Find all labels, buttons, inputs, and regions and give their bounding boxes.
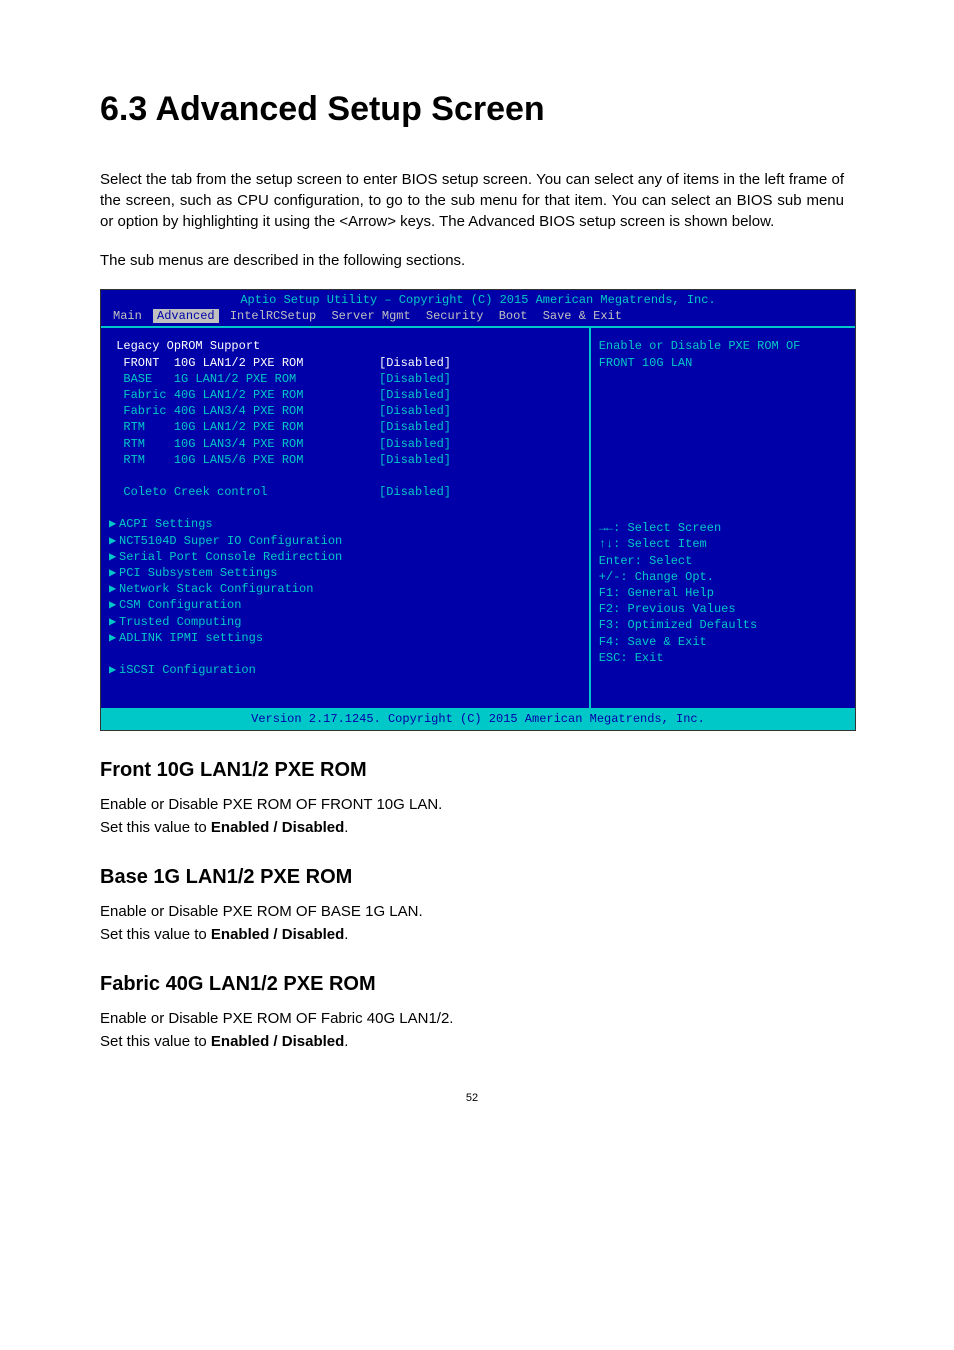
sub-network-stack[interactable]: ▶ Network Stack Configuration bbox=[109, 581, 581, 597]
page-number: 52 bbox=[100, 1092, 844, 1104]
section-title-fabric-40g: Fabric 40G LAN1/2 PXE ROM bbox=[100, 973, 844, 996]
section-fabric-40g-line1: Enable or Disable PXE ROM OF Fabric 40G … bbox=[100, 1008, 844, 1029]
section-fabric-40g-line2: Set this value to Enabled / Disabled. bbox=[100, 1031, 844, 1052]
section-front-10g-line2: Set this value to Enabled / Disabled. bbox=[100, 817, 844, 838]
coleto-creek[interactable]: Coleto Creek control[Disabled] bbox=[109, 484, 581, 500]
menu-advanced[interactable]: Advanced bbox=[153, 309, 219, 323]
menu-intelrcsetup[interactable]: IntelRCSetup bbox=[226, 309, 320, 323]
sub-csm[interactable]: ▶ CSM Configuration bbox=[109, 597, 581, 613]
menu-server-mgmt[interactable]: Server Mgmt bbox=[327, 309, 414, 323]
page-heading: 6.3 Advanced Setup Screen bbox=[100, 90, 844, 129]
sub-nct5104d[interactable]: ▶ NCT5104D Super IO Configuration bbox=[109, 533, 581, 549]
bios-title-bar: Aptio Setup Utility – Copyright (C) 2015… bbox=[101, 290, 855, 308]
section-base-1g-line2: Set this value to Enabled / Disabled. bbox=[100, 924, 844, 945]
menu-save-exit[interactable]: Save & Exit bbox=[539, 309, 626, 323]
opt-fabric-40g-34[interactable]: Fabric 40G LAN3/4 PXE ROM[Disabled] bbox=[109, 403, 581, 419]
sub-trusted-computing[interactable]: ▶ Trusted Computing bbox=[109, 614, 581, 630]
menu-main[interactable]: Main bbox=[109, 309, 146, 323]
menu-boot[interactable]: Boot bbox=[495, 309, 532, 323]
document-page: 6.3 Advanced Setup Screen Select the tab… bbox=[0, 0, 954, 1144]
sub-iscsi[interactable]: ▶ iSCSI Configuration bbox=[109, 662, 581, 678]
section-title-base-1g: Base 1G LAN1/2 PXE ROM bbox=[100, 866, 844, 889]
sub-serial-console[interactable]: ▶ Serial Port Console Redirection bbox=[109, 549, 581, 565]
opt-rtm-10g-34[interactable]: RTM 10G LAN3/4 PXE ROM[Disabled] bbox=[109, 436, 581, 452]
help-keys: →←: Select Screen ↑↓: Select Item Enter:… bbox=[599, 520, 847, 666]
opt-rtm-10g-12[interactable]: RTM 10G LAN1/2 PXE ROM[Disabled] bbox=[109, 419, 581, 435]
sub-adlink-ipmi[interactable]: ▶ ADLINK IPMI settings bbox=[109, 630, 581, 646]
sub-pci[interactable]: ▶ PCI Subsystem Settings bbox=[109, 565, 581, 581]
bios-left-pane: Legacy OpROM Support FRONT 10G LAN1/2 PX… bbox=[101, 328, 591, 708]
menu-security[interactable]: Security bbox=[422, 309, 488, 323]
section-title-front-10g: Front 10G LAN1/2 PXE ROM bbox=[100, 759, 844, 782]
opt-front-10g[interactable]: FRONT 10G LAN1/2 PXE ROM[Disabled] bbox=[109, 355, 581, 371]
section-base-1g-line1: Enable or Disable PXE ROM OF BASE 1G LAN… bbox=[100, 901, 844, 922]
bios-version-bar: Version 2.17.1245. Copyright (C) 2015 Am… bbox=[101, 708, 855, 729]
bios-menu-bar: Main Advanced IntelRCSetup Server Mgmt S… bbox=[101, 308, 855, 328]
opt-rtm-10g-56[interactable]: RTM 10G LAN5/6 PXE ROM[Disabled] bbox=[109, 452, 581, 468]
section-front-10g-line1: Enable or Disable PXE ROM OF FRONT 10G L… bbox=[100, 794, 844, 815]
sub-acpi[interactable]: ▶ ACPI Settings bbox=[109, 516, 581, 532]
intro-paragraph-2: The sub menus are described in the follo… bbox=[100, 250, 844, 271]
intro-paragraph-1: Select the tab from the setup screen to … bbox=[100, 169, 844, 232]
opt-fabric-40g-12[interactable]: Fabric 40G LAN1/2 PXE ROM[Disabled] bbox=[109, 387, 581, 403]
bios-screenshot: Aptio Setup Utility – Copyright (C) 2015… bbox=[100, 289, 856, 731]
bios-right-pane: Enable or Disable PXE ROM OF FRONT 10G L… bbox=[591, 328, 855, 708]
help-description: Enable or Disable PXE ROM OF FRONT 10G L… bbox=[599, 338, 847, 370]
opt-base-1g[interactable]: BASE 1G LAN1/2 PXE ROM[Disabled] bbox=[109, 371, 581, 387]
legacy-oprom-heading: Legacy OpROM Support bbox=[109, 338, 581, 354]
